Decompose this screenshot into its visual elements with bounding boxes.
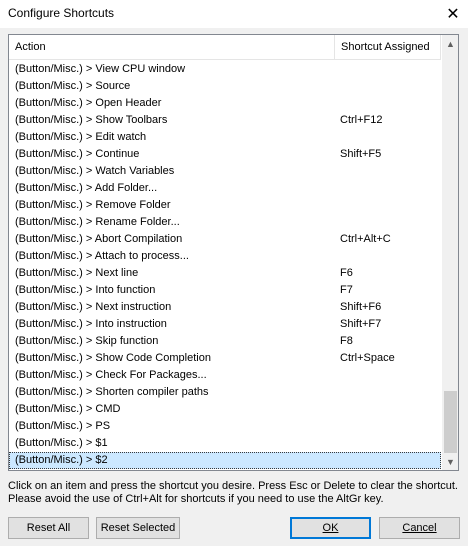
cancel-button-label: Cancel — [402, 522, 437, 534]
shortcut-list[interactable]: Action Shortcut Assigned (Button/Misc.) … — [8, 34, 459, 471]
table-row[interactable]: (Button/Misc.) > $1 — [9, 435, 441, 452]
table-row[interactable]: (Button/Misc.) > Into instruction Shift+F… — [9, 316, 441, 333]
row-action: (Button/Misc.) > Into function — [15, 284, 156, 296]
row-shortcut: Ctrl+F12 — [340, 114, 383, 126]
row-shortcut: Shift+F7 — [340, 318, 382, 330]
row-shortcut: F7 — [340, 284, 353, 296]
row-action: (Button/Misc.) > Into instruction — [15, 318, 167, 330]
table-row[interactable]: (Button/Misc.) > CMD — [9, 401, 441, 418]
table-row[interactable]: (Button/Misc.) > Check For Packages... — [9, 367, 441, 384]
row-action: (Button/Misc.) > Shorten compiler paths — [15, 386, 209, 398]
row-action: (Button/Misc.) > Next line — [15, 267, 139, 279]
table-row[interactable]: (Button/Misc.) > Rename Folder... — [9, 214, 441, 231]
row-action: (Button/Misc.) > Continue — [15, 148, 140, 160]
table-row[interactable]: (Button/Misc.) > Watch Variables — [9, 163, 441, 180]
row-shortcut: F8 — [340, 335, 353, 347]
row-action: (Button/Misc.) > Show Code Completion — [15, 352, 211, 364]
row-action: (Button/Misc.) > Add Folder... — [15, 182, 158, 194]
table-row[interactable]: (Button/Misc.) > Show Toolbars Ctrl+F12 — [9, 112, 441, 129]
table-row[interactable]: (Button/Misc.) > View CPU window — [9, 61, 441, 78]
instructions-text: Click on an item and press the shortcut … — [8, 480, 463, 506]
list-header: Action Shortcut Assigned — [9, 35, 441, 60]
close-icon[interactable]: ✕ — [438, 0, 468, 28]
row-action: (Button/Misc.) > CMD — [15, 403, 121, 415]
ok-button[interactable]: OK — [290, 517, 371, 539]
table-row[interactable]: (Button/Misc.) > $2 — [9, 452, 441, 469]
table-row[interactable]: (Button/Misc.) > Edit watch — [9, 129, 441, 146]
title-bar: Configure Shortcuts ✕ — [0, 0, 468, 28]
row-action: (Button/Misc.) > Attach to process... — [15, 250, 189, 262]
scroll-down-icon[interactable]: ▼ — [442, 453, 458, 470]
row-action: (Button/Misc.) > Rename Folder... — [15, 216, 180, 228]
row-shortcut: Shift+F5 — [340, 148, 382, 160]
table-row[interactable]: (Button/Misc.) > Shorten compiler paths — [9, 384, 441, 401]
row-action: (Button/Misc.) > Remove Folder — [15, 199, 171, 211]
table-row[interactable]: (Button/Misc.) > Attach to process... — [9, 248, 441, 265]
row-shortcut: F6 — [340, 267, 353, 279]
row-action: (Button/Misc.) > PS — [15, 420, 111, 432]
row-shortcut: Ctrl+Alt+C — [340, 233, 391, 245]
row-action: (Button/Misc.) > Open Header — [15, 97, 162, 109]
table-row[interactable]: (Button/Misc.) > Next instruction Shift+F… — [9, 299, 441, 316]
row-action: (Button/Misc.) > Show Toolbars — [15, 114, 168, 126]
table-row[interactable]: (Button/Misc.) > Skip function F8 — [9, 333, 441, 350]
table-row[interactable]: (Button/Misc.) > Open Header — [9, 95, 441, 112]
reset-selected-button[interactable]: Reset Selected — [96, 517, 180, 539]
instructions-line-2: Please avoid the use of Ctrl+Alt for sho… — [8, 493, 384, 505]
list-rows: (Button/Misc.) > View CPU window (Button/… — [9, 61, 441, 469]
row-action: (Button/Misc.) > $1 — [15, 437, 108, 449]
instructions-line-1: Click on an item and press the shortcut … — [8, 480, 458, 492]
row-action: (Button/Misc.) > Source — [15, 80, 131, 92]
table-row[interactable]: (Button/Misc.) > Show Code Completion Ctr… — [9, 350, 441, 367]
column-header-action[interactable]: Action — [9, 35, 335, 60]
row-action: (Button/Misc.) > Next instruction — [15, 301, 172, 313]
row-action: (Button/Misc.) > Check For Packages... — [15, 369, 207, 381]
table-row[interactable]: (Button/Misc.) > Continue Shift+F5 — [9, 146, 441, 163]
table-row[interactable]: (Button/Misc.) > Remove Folder — [9, 197, 441, 214]
table-row[interactable]: (Button/Misc.) > Next line F6 — [9, 265, 441, 282]
window-title: Configure Shortcuts — [8, 6, 115, 20]
cancel-button[interactable]: Cancel — [379, 517, 460, 539]
ok-button-label: OK — [322, 522, 339, 534]
scroll-up-icon[interactable]: ▲ — [442, 35, 458, 52]
scrollbar-thumb[interactable] — [444, 391, 457, 453]
row-action: (Button/Misc.) > View CPU window — [15, 63, 186, 75]
row-action: (Button/Misc.) > Watch Variables — [15, 165, 175, 177]
row-shortcut: Ctrl+Space — [340, 352, 395, 364]
table-row[interactable]: (Button/Misc.) > Add Folder... — [9, 180, 441, 197]
table-row[interactable]: (Button/Misc.) > Into function F7 — [9, 282, 441, 299]
reset-all-button[interactable]: Reset All — [8, 517, 89, 539]
row-action: (Button/Misc.) > Skip function — [15, 335, 159, 347]
row-shortcut: Shift+F6 — [340, 301, 382, 313]
table-row[interactable]: (Button/Misc.) > Source — [9, 78, 441, 95]
row-action: (Button/Misc.) > Abort Compilation — [15, 233, 183, 245]
row-action: (Button/Misc.) > $2 — [15, 454, 108, 466]
column-header-shortcut[interactable]: Shortcut Assigned — [335, 35, 441, 60]
table-row[interactable]: (Button/Misc.) > PS — [9, 418, 441, 435]
vertical-scrollbar[interactable]: ▲ ▼ — [442, 35, 458, 470]
table-row[interactable]: (Button/Misc.) > Abort Compilation Ctrl+A… — [9, 231, 441, 248]
row-action: (Button/Misc.) > Edit watch — [15, 131, 147, 143]
